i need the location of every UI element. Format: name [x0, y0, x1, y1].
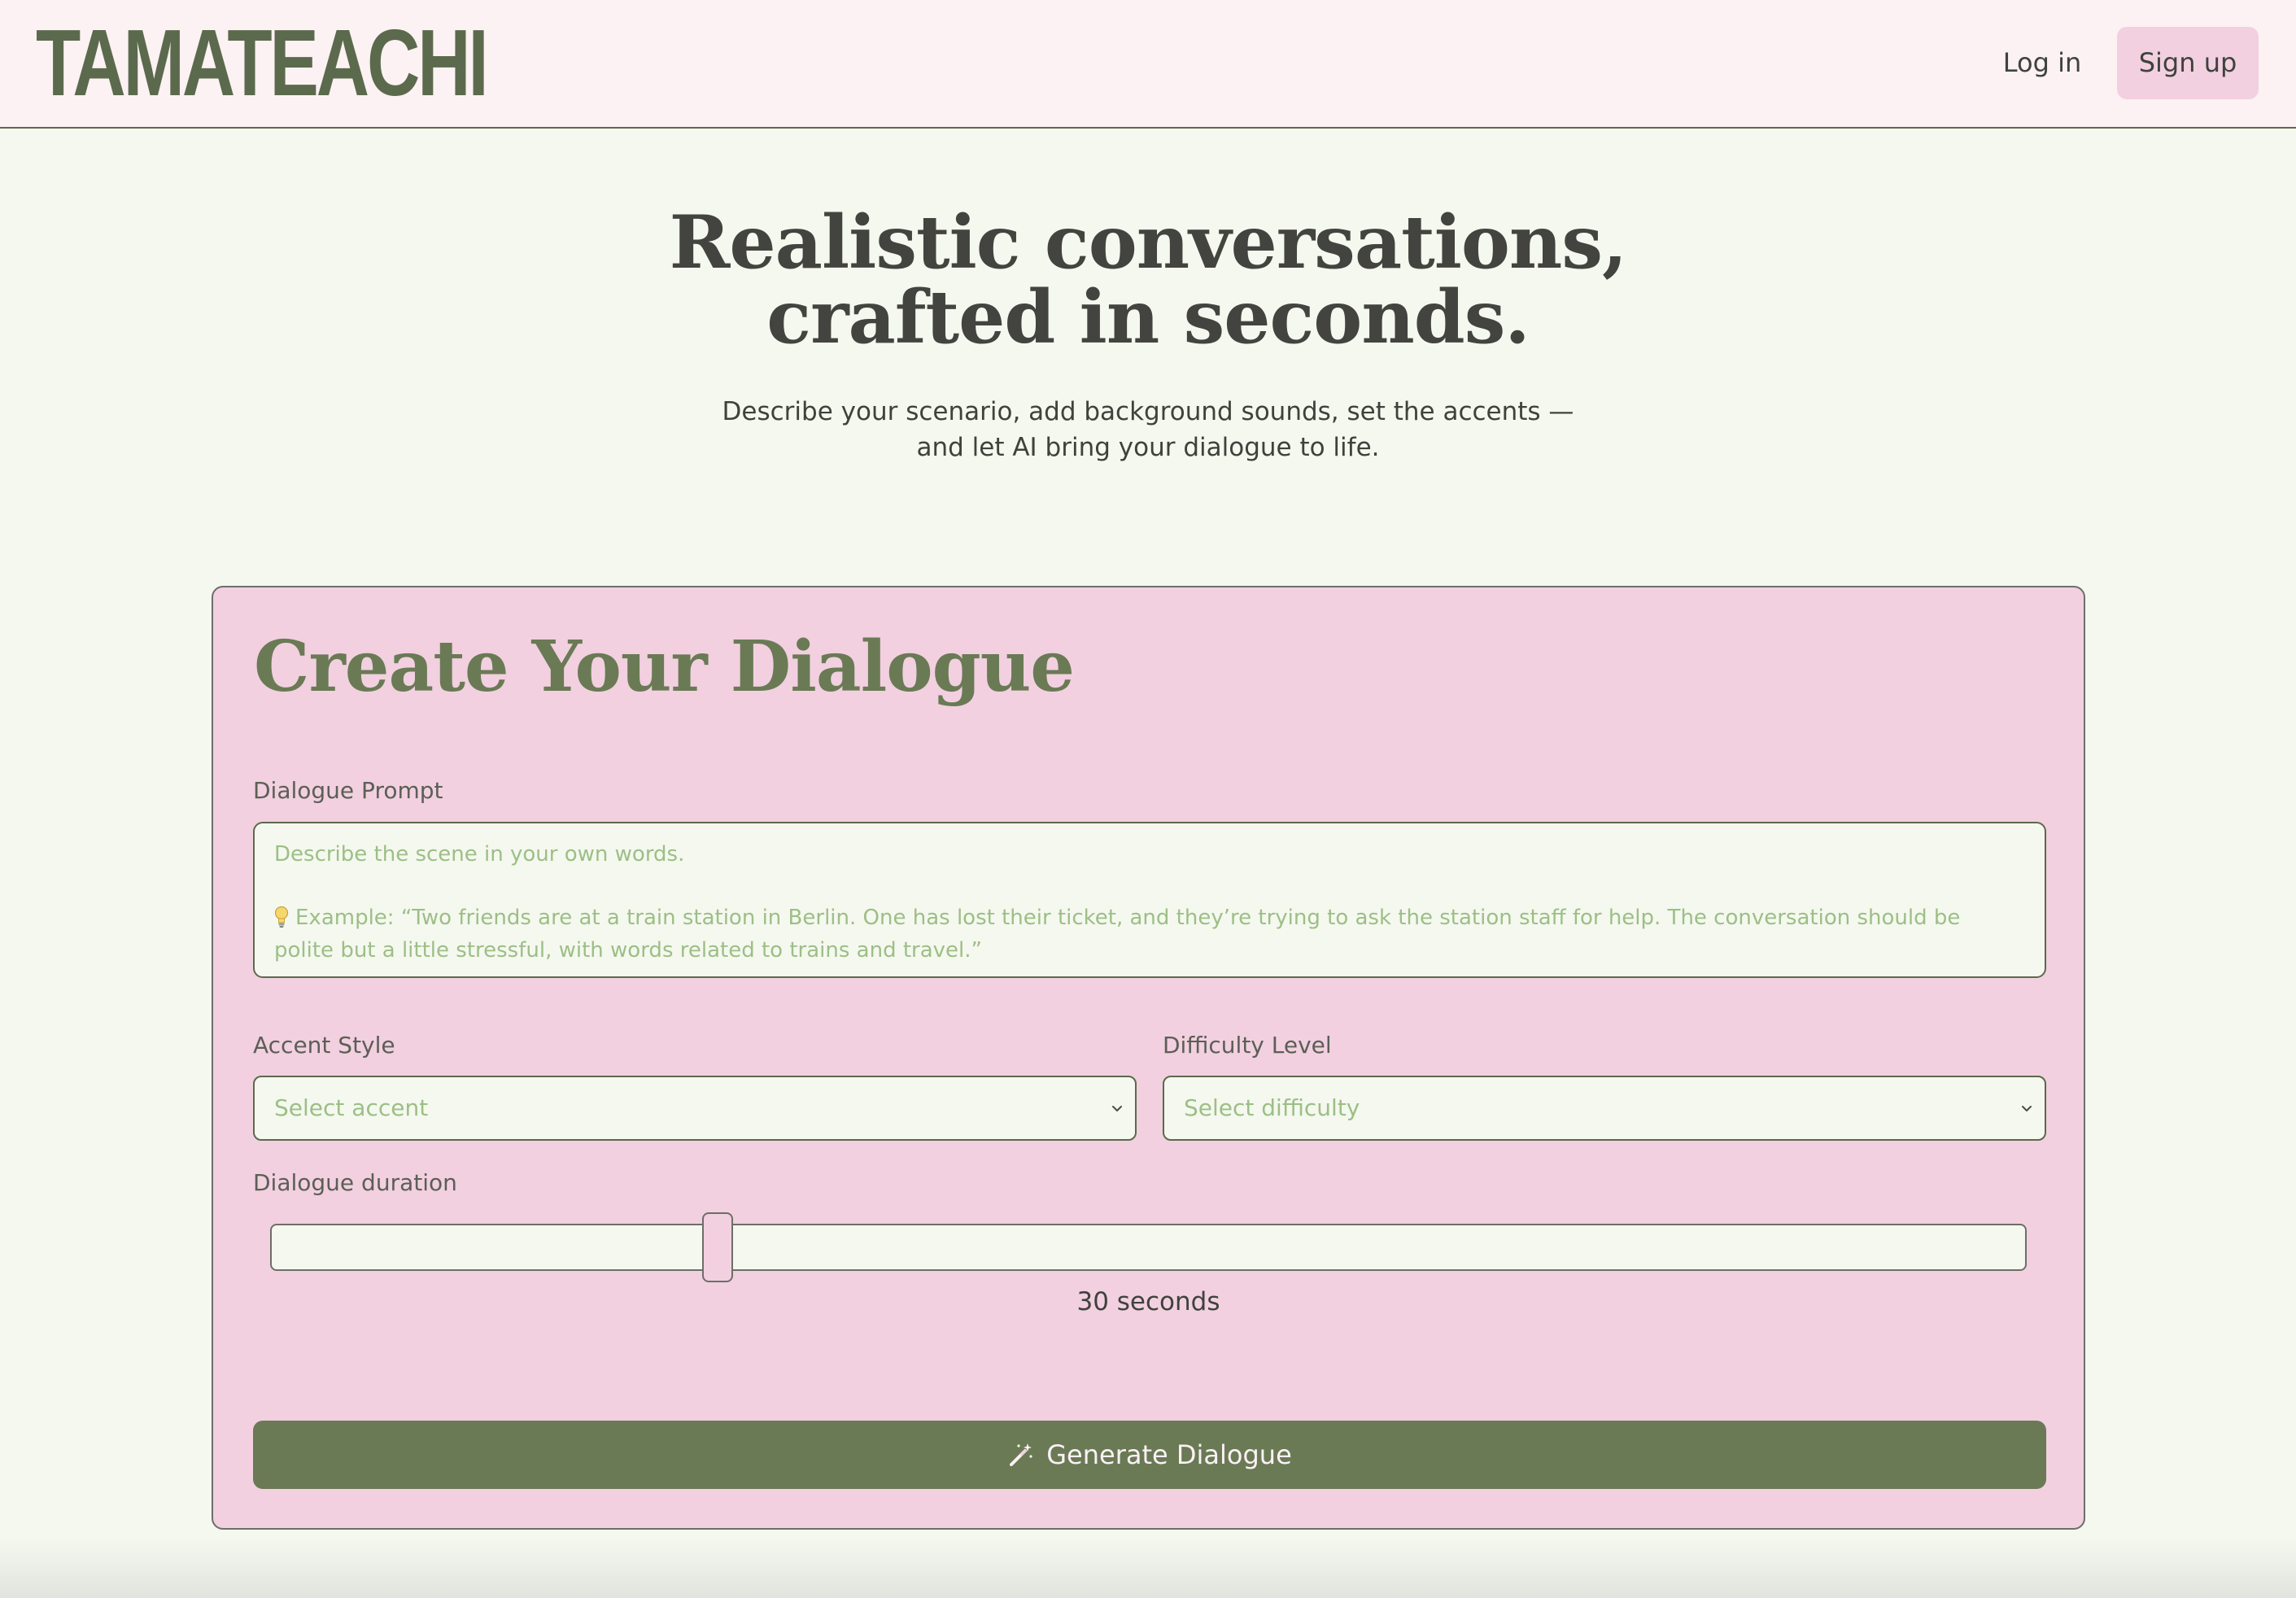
prompt-placeholder: Describe the scene in your own words. — [274, 842, 685, 867]
hero-title-line: crafted in seconds. — [766, 274, 1530, 360]
create-dialogue-card: Create Your Dialogue Dialogue Prompt Des… — [212, 586, 2085, 1530]
hero-title-line: Realistic conversations, — [669, 199, 1628, 286]
logo[interactable]: TAMATEACHI — [36, 15, 489, 110]
bottom-shadow — [0, 1538, 2296, 1598]
difficulty-label: Difficulty Level — [1163, 1032, 1332, 1059]
hero-subtitle-line: Describe your scenario, add background s… — [722, 397, 1574, 426]
lightbulb-icon — [274, 906, 289, 928]
hero-subtitle: Describe your scenario, add background s… — [0, 394, 2296, 465]
chevron-down-icon — [1112, 1106, 1122, 1111]
difficulty-selected-value: Select difficulty — [1184, 1094, 1360, 1121]
duration-label: Dialogue duration — [253, 1169, 457, 1196]
hero-title: Realistic conversations, crafted in seco… — [0, 205, 2296, 355]
hero-subtitle-line: and let AI bring your dialogue to life. — [916, 433, 1380, 462]
signup-button[interactable]: Sign up — [2117, 27, 2259, 99]
duration-slider-thumb[interactable] — [702, 1212, 734, 1282]
navbar: TAMATEACHI Log in Sign up — [0, 0, 2296, 129]
duration-readout: 30 seconds — [1076, 1287, 1220, 1316]
prompt-label: Dialogue Prompt — [253, 777, 443, 804]
dialogue-prompt-textarea[interactable]: Describe the scene in your own words. Ex… — [253, 822, 2046, 978]
accent-label: Accent Style — [253, 1032, 395, 1059]
accent-select[interactable]: Select accent — [253, 1076, 1137, 1141]
prompt-example-text: Example: “Two friends are at a train sta… — [274, 906, 1961, 963]
chevron-down-icon — [2022, 1106, 2032, 1111]
difficulty-select[interactable]: Select difficulty — [1163, 1076, 2046, 1141]
prompt-example: Example: “Two friends are at a train sta… — [274, 902, 2025, 967]
accent-selected-value: Select accent — [274, 1094, 429, 1121]
magic-wand-icon — [1010, 1443, 1032, 1466]
generate-dialogue-button[interactable]: Generate Dialogue — [253, 1421, 2046, 1489]
duration-slider[interactable] — [270, 1212, 2027, 1282]
placeholder-spacer — [274, 871, 2025, 902]
generate-button-label: Generate Dialogue — [1046, 1439, 1292, 1470]
card-title: Create Your Dialogue — [254, 626, 1075, 708]
login-link[interactable]: Log in — [1985, 37, 2099, 88]
